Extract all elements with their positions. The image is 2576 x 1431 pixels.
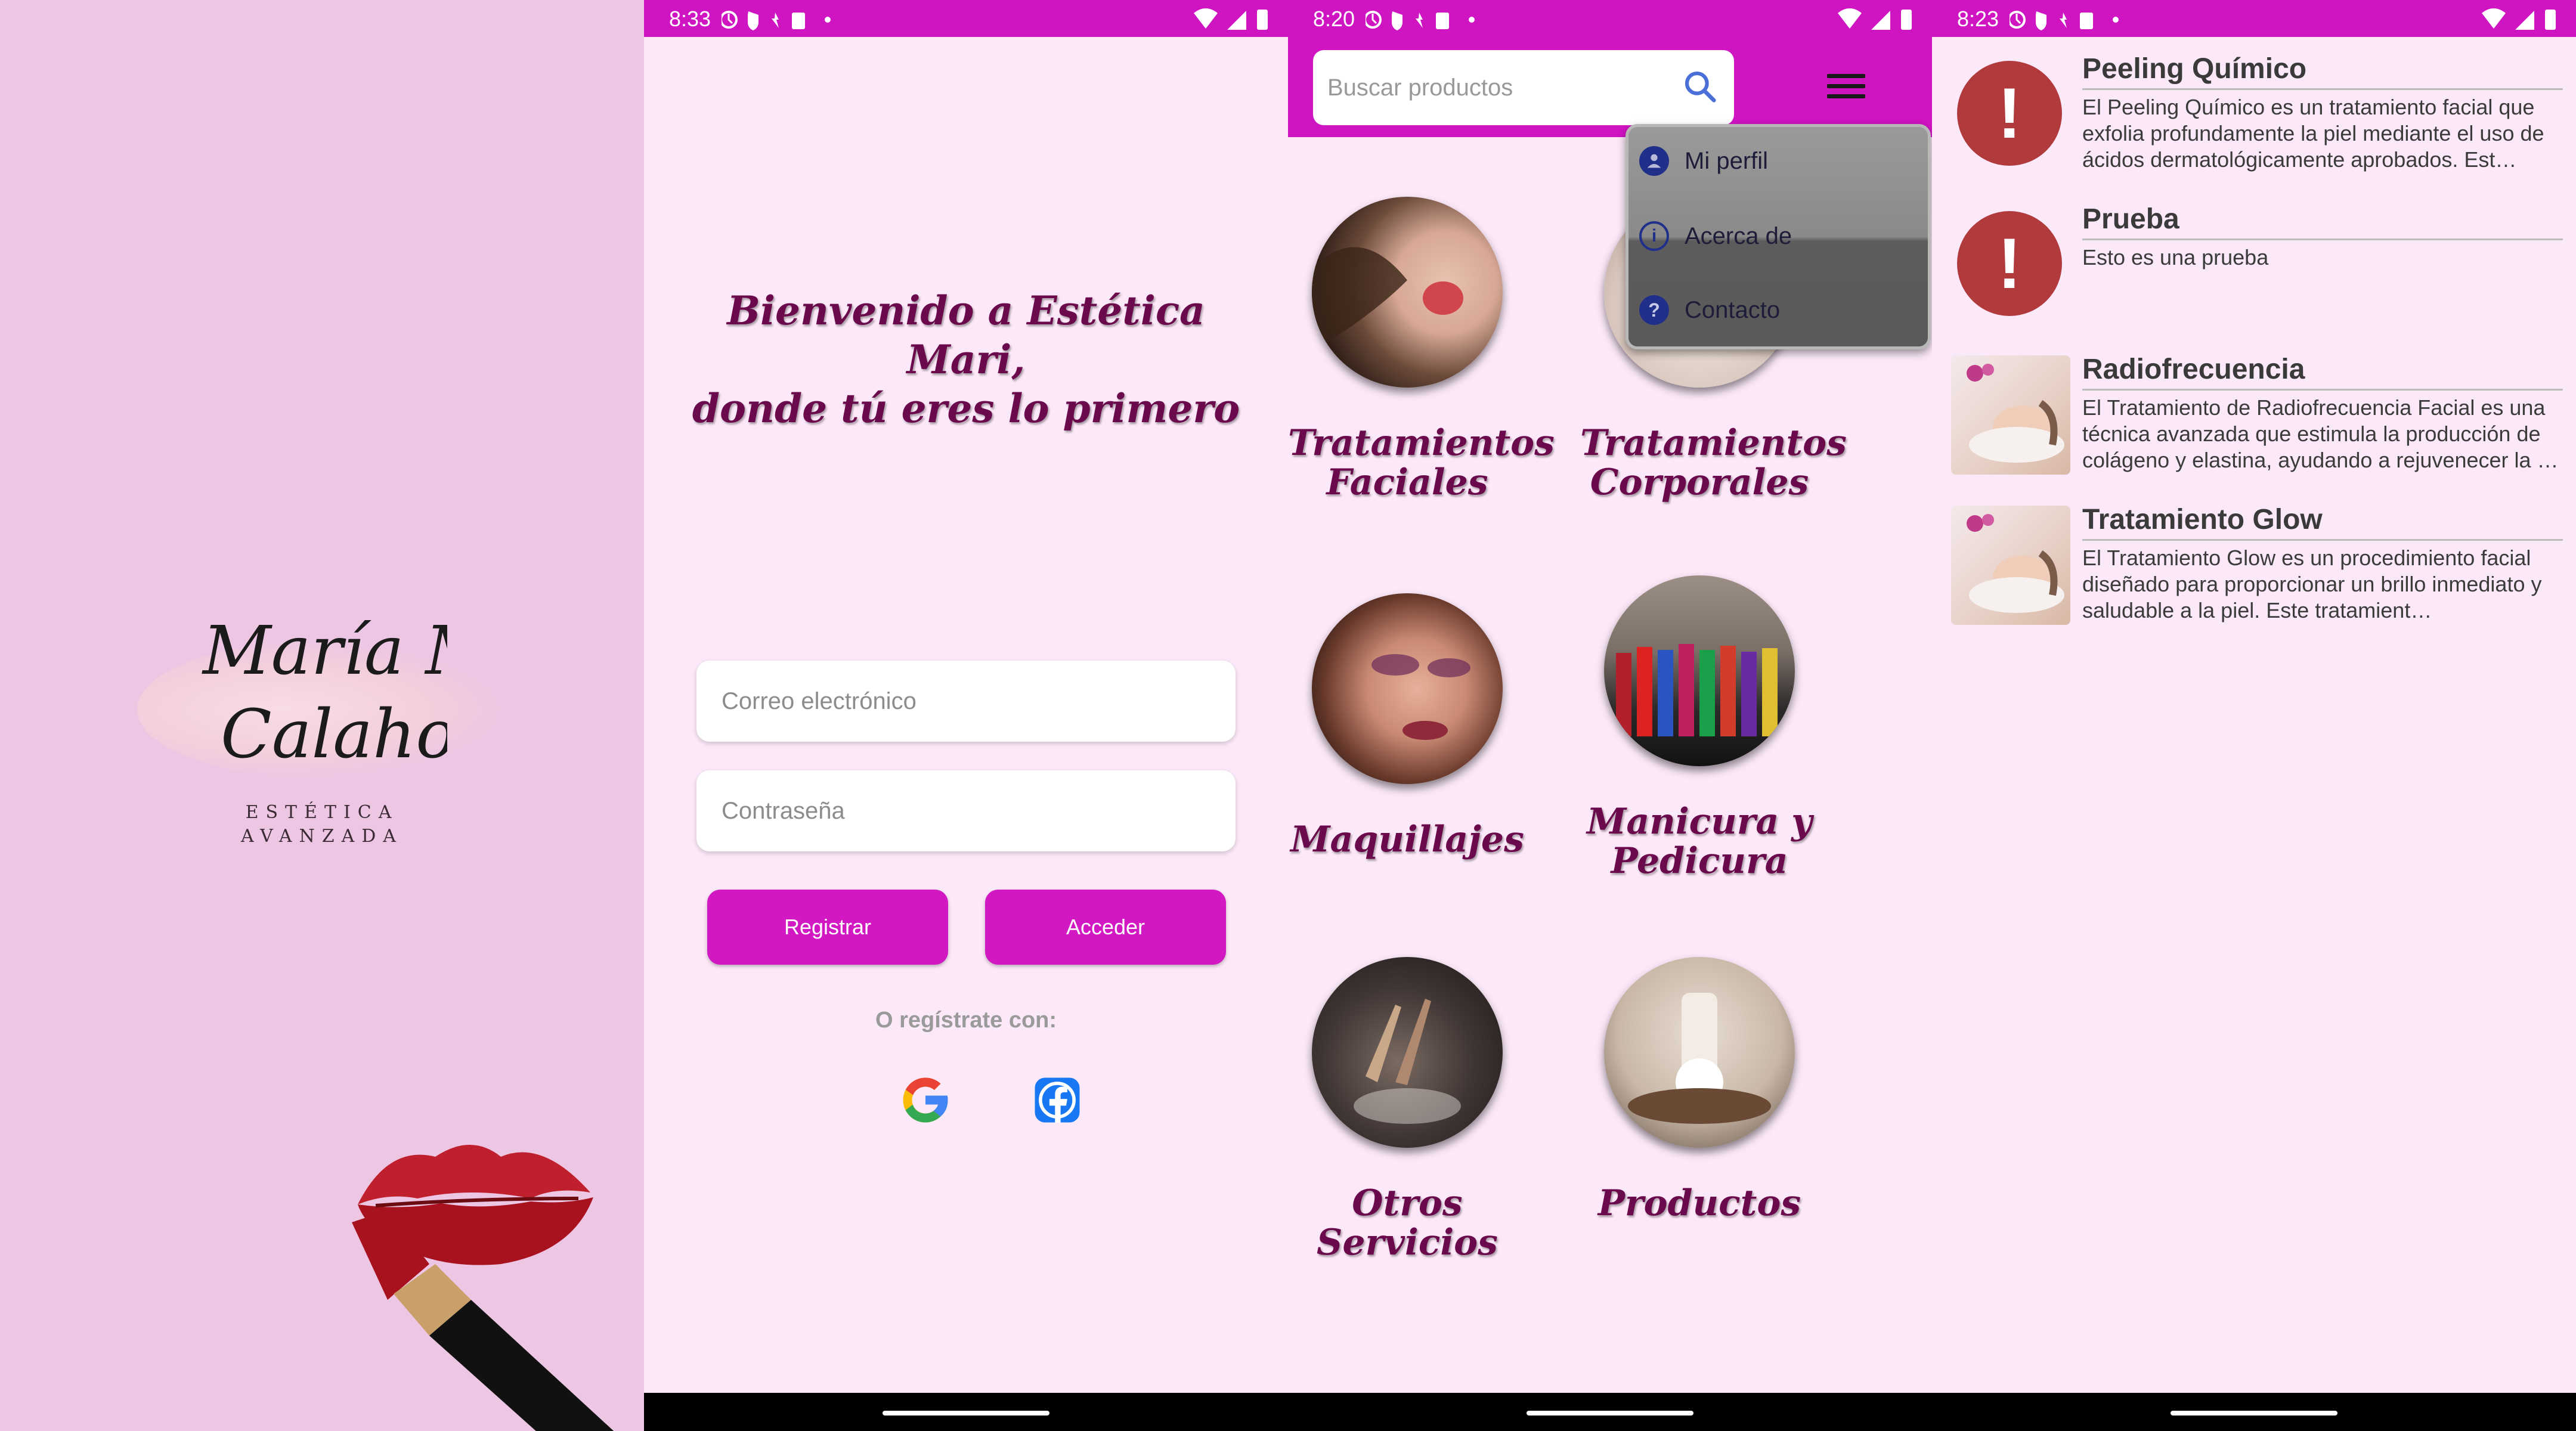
overflow-menu: Mi perfil i Acerca de ? Contacto	[1626, 124, 1931, 349]
item-thumbnail	[1951, 506, 2070, 625]
menu-item-contact[interactable]: ? Contacto	[1639, 289, 1780, 331]
status-icons	[2010, 8, 2129, 32]
item-thumbnail: !	[1951, 205, 2070, 324]
home-gesture-pill[interactable]	[1527, 1411, 1693, 1415]
search-input[interactable]: Buscar productos	[1313, 50, 1734, 125]
welcome-line-2: donde tú eres lo primero	[692, 385, 1240, 432]
category-products[interactable]: Productos	[1580, 957, 1819, 1223]
status-time: 8:33	[669, 7, 711, 31]
list-item[interactable]: Tratamiento Glow El Tratamiento Glow es …	[1932, 504, 2576, 649]
svg-text:Calahorro: Calahorro	[221, 696, 447, 773]
category-other-services[interactable]: Otros Servicios	[1288, 957, 1527, 1262]
info-icon: i	[1639, 221, 1669, 251]
item-title: Peeling Químico	[2082, 53, 2307, 85]
home-gesture-pill[interactable]	[883, 1411, 1049, 1415]
email-field[interactable]	[696, 661, 1236, 742]
brand-subtitle-1: ESTÉTICA	[245, 802, 399, 823]
splash-screen: María M. Calahorro ESTÉTICA AVANZADA	[0, 0, 644, 1431]
category-label: Otros Servicios	[1317, 1182, 1498, 1263]
products-image	[1604, 957, 1795, 1148]
list-item[interactable]: ! Peeling Químico El Peeling Químico es …	[1932, 53, 2576, 198]
category-manicure-pedicure[interactable]: Manicura y Pedicura	[1580, 575, 1819, 881]
navigation-bar	[1288, 1393, 1932, 1431]
navigation-bar	[1932, 1393, 2576, 1431]
list-item[interactable]: ! Prueba Esto es una prueba	[1932, 203, 2576, 348]
divider	[2082, 238, 2563, 240]
facial-photo	[1967, 514, 2064, 613]
login-button[interactable]: Acceder	[985, 890, 1226, 965]
status-bar: 8:33	[644, 0, 1288, 37]
status-time: 8:20	[1313, 7, 1355, 31]
facial-treatments-image	[1312, 197, 1503, 388]
login-screen: 8:33 Bienvenido a Estética Mari, donde t…	[644, 0, 1288, 1431]
divider	[2082, 389, 2563, 391]
list-item[interactable]: Radiofrecuencia El Tratamiento de Radiof…	[1932, 354, 2576, 498]
status-time: 8:23	[1957, 7, 1999, 31]
alert-icon: !	[1957, 211, 2062, 316]
signal-wifi-battery-icon	[2481, 7, 2558, 31]
category-label: Tratamientos Corporales	[1580, 422, 1847, 503]
category-label: Productos	[1597, 1182, 1801, 1224]
manicure-image	[1604, 575, 1795, 766]
brand-subtitle-2: AVANZADA	[241, 826, 403, 847]
category-makeup[interactable]: Maquillajes	[1288, 593, 1527, 859]
home-gesture-pill[interactable]	[2171, 1411, 2337, 1415]
category-facial-treatments[interactable]: Tratamientos Faciales	[1288, 197, 1555, 503]
alert-icon: !	[1957, 61, 2062, 166]
item-description: El Tratamiento de Radiofrecuencia Facial…	[2082, 395, 2559, 472]
category-label: Maquillajes	[1290, 819, 1524, 860]
facial-photo	[1967, 364, 2064, 463]
register-button[interactable]: Registrar	[707, 890, 948, 965]
navigation-bar	[644, 1393, 1288, 1431]
category-label: Tratamientos Faciales	[1288, 422, 1555, 503]
item-description: Esto es una prueba	[2082, 245, 2269, 270]
category-label: Manicura y Pedicura	[1586, 801, 1813, 882]
item-title: Prueba	[2082, 203, 2179, 235]
item-thumbnail: !	[1951, 55, 2070, 174]
status-bar: 8:20	[1288, 0, 1932, 37]
home-screen: 8:20 Buscar productos Tratamientos Facial…	[1288, 0, 1932, 1431]
item-description: El Peeling Químico es un tratamiento fac…	[2082, 95, 2544, 172]
welcome-message: Bienvenido a Estética Mari, donde tú ere…	[680, 286, 1252, 433]
item-description: El Tratamiento Glow es un procedimiento …	[2082, 546, 2542, 622]
signal-wifi-battery-icon	[1837, 7, 1914, 31]
facebook-icon[interactable]	[1030, 1073, 1084, 1127]
password-field[interactable]	[696, 770, 1236, 851]
status-icons	[722, 8, 841, 32]
divider	[2082, 88, 2563, 90]
menu-item-about[interactable]: i Acerca de	[1639, 215, 1792, 257]
item-title: Tratamiento Glow	[2082, 504, 2323, 535]
social-signup-text: O regístrate con:	[875, 1008, 1057, 1033]
person-icon	[1639, 146, 1669, 176]
item-title: Radiofrecuencia	[2082, 354, 2305, 385]
menu-item-profile[interactable]: Mi perfil	[1639, 140, 1768, 182]
divider	[2082, 539, 2563, 541]
menu-icon[interactable]	[1827, 74, 1865, 104]
status-bar: 8:23	[1932, 0, 2576, 37]
treatments-list-screen: 8:23 ! Peeling Químico El Peeling Químic…	[1932, 0, 2576, 1431]
search-icon[interactable]	[1682, 68, 1719, 105]
makeup-image	[1312, 593, 1503, 784]
other-services-image	[1312, 957, 1503, 1148]
google-icon[interactable]	[899, 1073, 952, 1127]
brand-logo: María M. Calahorro	[202, 612, 447, 773]
lipstick-decoration	[352, 1210, 614, 1431]
svg-text:María M.: María M.	[202, 612, 447, 690]
item-thumbnail	[1951, 355, 2070, 475]
search-placeholder: Buscar productos	[1327, 74, 1513, 101]
signal-wifi-battery-icon	[1193, 7, 1270, 31]
status-icons	[1366, 8, 1485, 32]
welcome-line-1: Bienvenido a Estética Mari,	[727, 287, 1205, 383]
help-icon: ?	[1639, 295, 1669, 325]
